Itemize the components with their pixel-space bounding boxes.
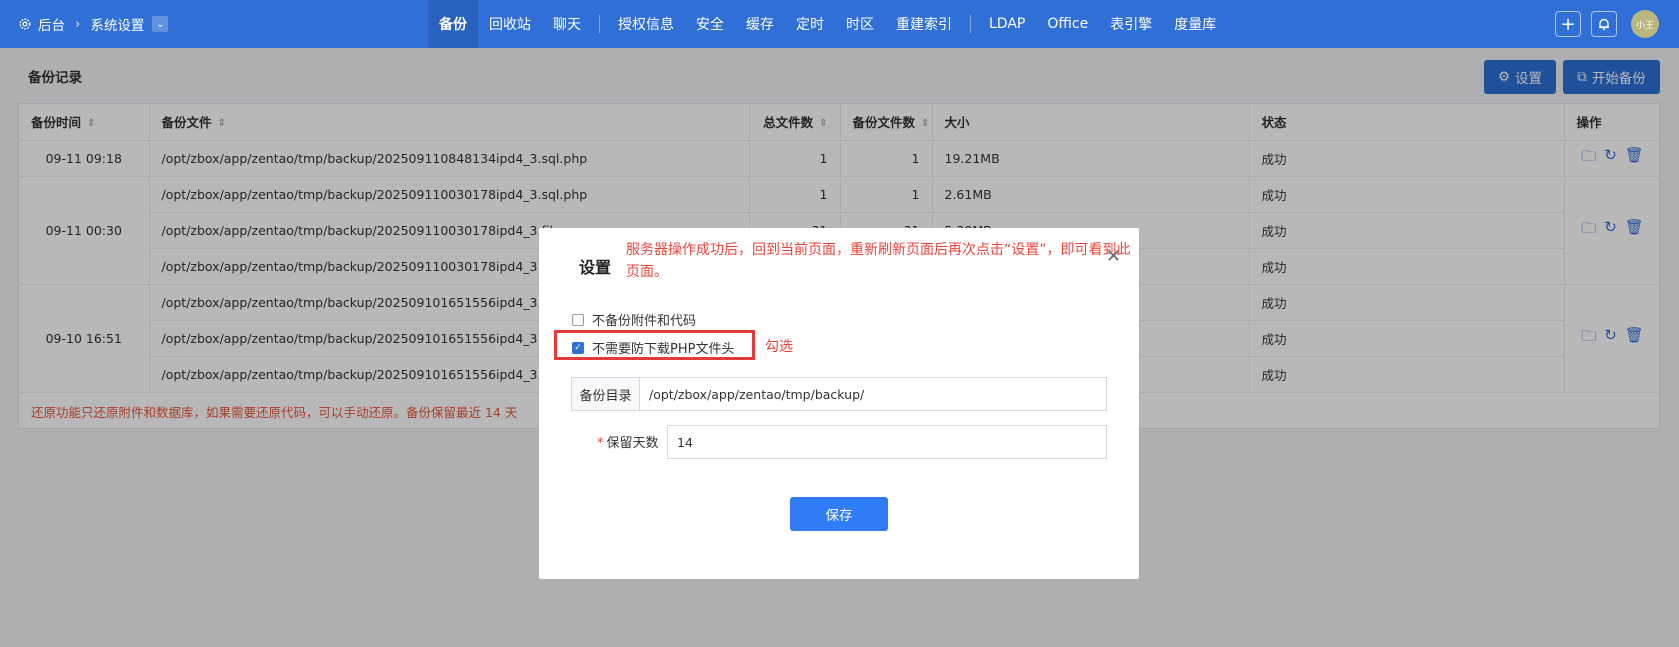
nav-item-security[interactable]: 安全: [685, 0, 735, 48]
dialog-title: 设置: [579, 258, 612, 277]
main-nav: 备份 回收站 聊天 授权信息 安全 缓存 定时 时区 重建索引 LDAP Off…: [428, 0, 1227, 48]
chevron-down-icon[interactable]: ⌄: [152, 16, 169, 32]
close-icon[interactable]: ✕: [1106, 246, 1121, 267]
option-no-php-header[interactable]: ✓ 不需要防下载PHP文件头: [572, 338, 734, 357]
nav-divider: [970, 15, 971, 33]
check-annotation: 勾选: [765, 339, 793, 355]
nav-item-ldap[interactable]: LDAP: [978, 0, 1036, 48]
nav-item-metric-lib[interactable]: 度量库: [1163, 0, 1227, 48]
nav-item-recycle[interactable]: 回收站: [478, 0, 542, 48]
nav-item-backup[interactable]: 备份: [428, 0, 478, 48]
avatar[interactable]: 小王: [1631, 10, 1659, 38]
nav-item-cron[interactable]: 定时: [785, 0, 835, 48]
breadcrumb: 后台 › 系统设置 ⌄: [18, 0, 169, 48]
option-skip-attachments-label: 不备份附件和代码: [592, 314, 697, 329]
top-navbar: 后台 › 系统设置 ⌄ 备份 回收站 聊天 授权信息 安全 缓存 定时 时区 重…: [0, 0, 1679, 48]
gear-icon: [19, 18, 31, 30]
instruction-annotation: 服务器操作成功后，回到当前页面，重新刷新页面后再次点击“设置”，即可看到此页面。: [626, 242, 1131, 280]
add-icon[interactable]: +: [1555, 11, 1581, 37]
bell-icon[interactable]: [1591, 11, 1617, 37]
nav-item-cache[interactable]: 缓存: [735, 0, 785, 48]
nav-item-office[interactable]: Office: [1036, 0, 1099, 48]
top-right-actions: + 小王: [1555, 0, 1659, 48]
breadcrumb-current[interactable]: 系统设置: [90, 14, 144, 34]
required-marker: *: [597, 436, 604, 451]
nav-item-license[interactable]: 授权信息: [607, 0, 685, 48]
breadcrumb-root[interactable]: 后台: [38, 14, 65, 34]
retention-days-input[interactable]: 14: [667, 425, 1107, 459]
save-button[interactable]: 保存: [790, 497, 888, 531]
backup-dir-field: 备份目录 /opt/zbox/app/zentao/tmp/backup/: [571, 377, 1107, 411]
backup-dir-input[interactable]: /opt/zbox/app/zentao/tmp/backup/: [640, 378, 1106, 410]
retention-days-label: * 保留天数: [597, 436, 659, 451]
chevron-right-icon: ›: [75, 16, 81, 32]
checkbox-no-php-header[interactable]: ✓: [572, 341, 584, 354]
nav-item-reindex[interactable]: 重建索引: [885, 0, 963, 48]
checkbox-skip-attachments[interactable]: [572, 313, 584, 326]
nav-item-chat[interactable]: 聊天: [542, 0, 592, 48]
settings-dialog: 设置 服务器操作成功后，回到当前页面，重新刷新页面后再次点击“设置”，即可看到此…: [539, 228, 1139, 579]
backup-dir-label: 备份目录: [572, 378, 640, 410]
option-no-php-header-label: 不需要防下载PHP文件头: [592, 342, 735, 357]
nav-item-table-engine[interactable]: 表引擎: [1099, 0, 1163, 48]
option-skip-attachments[interactable]: 不备份附件和代码: [572, 310, 696, 329]
nav-divider: [599, 15, 600, 33]
nav-item-timezone[interactable]: 时区: [835, 0, 885, 48]
